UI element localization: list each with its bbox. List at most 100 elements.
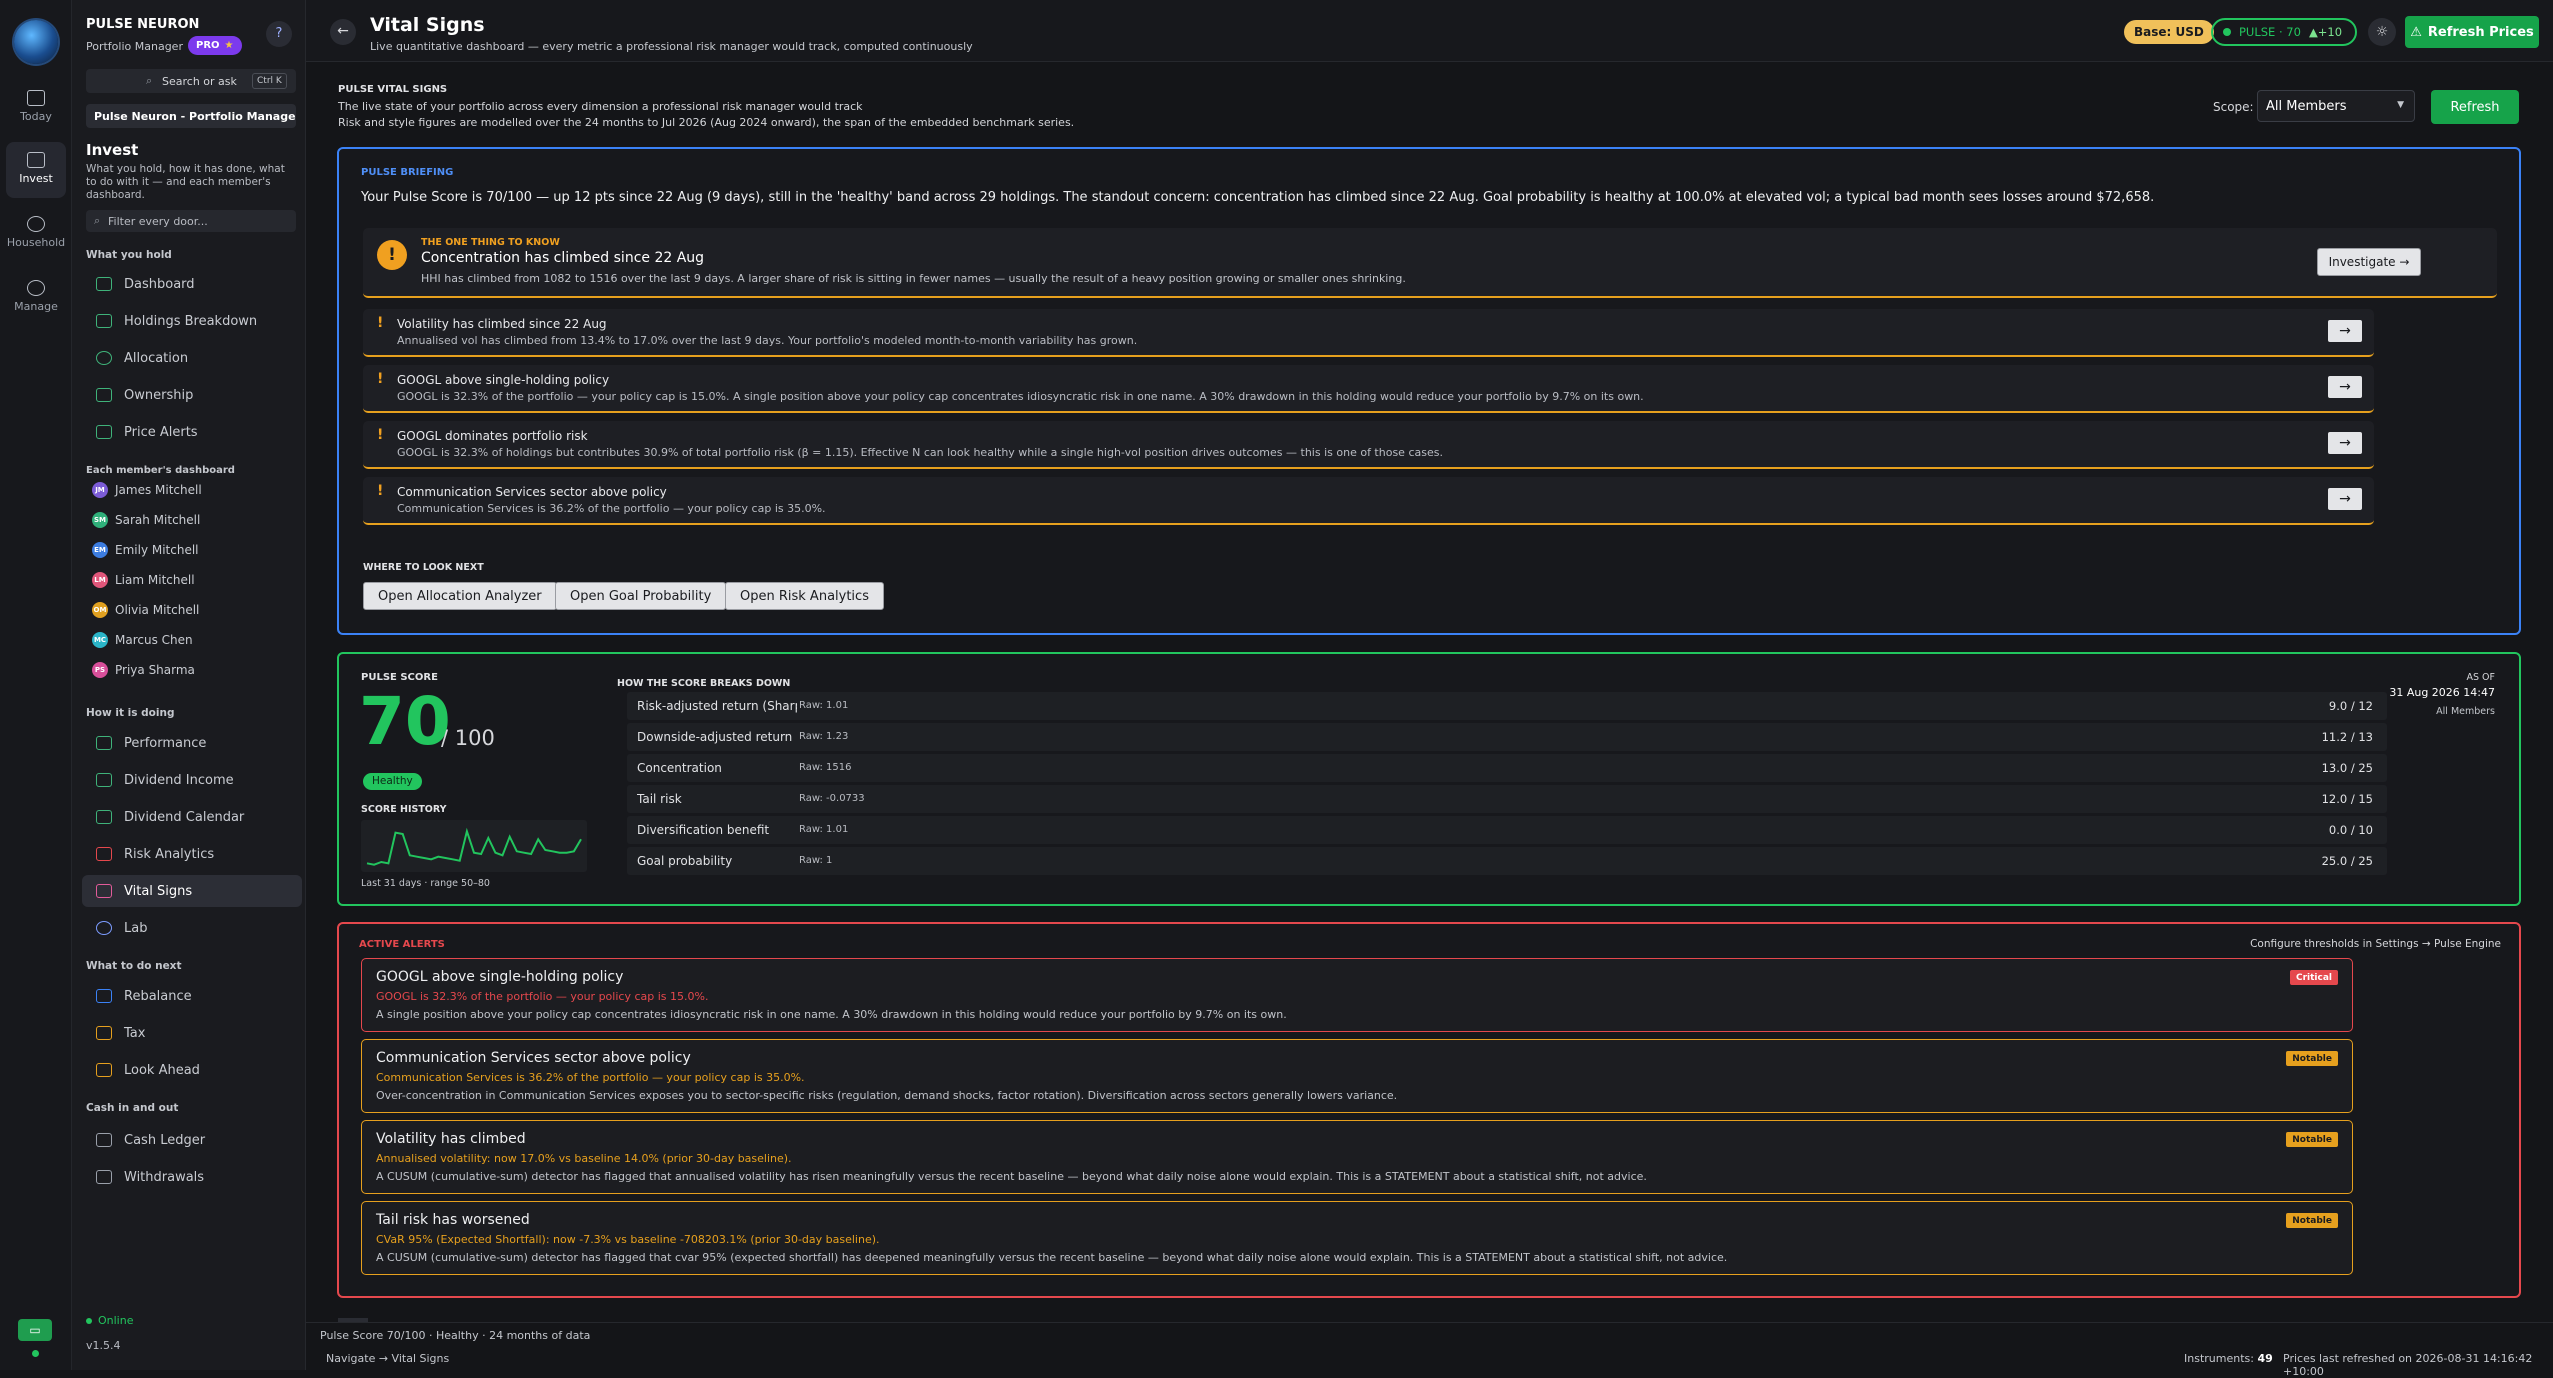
- nav-allocation[interactable]: Allocation: [82, 342, 302, 374]
- nav-dividend-income[interactable]: Dividend Income: [82, 764, 302, 796]
- page-subtitle: Live quantitative dashboard — every metr…: [370, 40, 973, 53]
- open-arrow-button[interactable]: →: [2328, 320, 2362, 342]
- nav-dividend-calendar[interactable]: Dividend Calendar: [82, 801, 302, 833]
- nav-ownership[interactable]: Ownership: [82, 379, 302, 411]
- help-button[interactable]: ?: [266, 21, 292, 47]
- avatar: SM: [92, 512, 108, 528]
- open-arrow-button[interactable]: →: [2328, 488, 2362, 510]
- breakdown-row: Goal probability Raw: 1 25.0 / 25: [627, 847, 2387, 875]
- member-link[interactable]: LM Liam Mitchell: [92, 572, 195, 588]
- workspace-selector[interactable]: Pulse Neuron - Portfolio Manager...: [86, 104, 296, 128]
- calendar-icon: [96, 810, 112, 824]
- filter-input[interactable]: ⌕ Filter every door...: [86, 210, 296, 232]
- history-caption: Last 31 days · range 50–80: [361, 878, 490, 889]
- breakdown-table: Risk-adjusted return (Sharpe) Raw: 1.01 9.…: [617, 692, 2407, 892]
- section-desc: What you hold, how it has done, what to …: [86, 163, 285, 201]
- avatar: EM: [92, 542, 108, 558]
- member-link[interactable]: SM Sarah Mitchell: [92, 512, 200, 528]
- pulse-score-card: PULSE SCORE 70 / 100 Healthy SCORE HISTO…: [337, 652, 2521, 906]
- breakdown-row: Tail risk Raw: -0.0733 12.0 / 15: [627, 785, 2387, 813]
- rail-household[interactable]: Household: [6, 206, 66, 262]
- rail-today[interactable]: Today: [6, 80, 66, 136]
- warning-icon: !: [377, 427, 384, 443]
- nav-performance[interactable]: Performance: [82, 727, 302, 759]
- warning-icon: !: [377, 371, 384, 387]
- alert-item[interactable]: Volatility has climbed Annualised volatil…: [361, 1120, 2353, 1194]
- severity-badge: Notable: [2286, 1213, 2338, 1228]
- app-name: PULSE NEURON: [86, 17, 200, 32]
- nav-vital-signs[interactable]: Vital Signs: [82, 875, 302, 907]
- alert-item[interactable]: GOOGL above single-holding policy GOOGL i…: [361, 958, 2353, 1032]
- score-band-badge: Healthy: [363, 773, 422, 790]
- severity-badge: Critical: [2289, 970, 2338, 985]
- nav-look-ahead[interactable]: Look Ahead: [82, 1054, 302, 1086]
- dividend-icon: [96, 773, 112, 787]
- performance-icon: [96, 736, 112, 750]
- nav-lab[interactable]: Lab: [82, 912, 302, 944]
- configure-link[interactable]: Configure thresholds in Settings → Pulse…: [2250, 938, 2501, 950]
- nav-holdings-breakdown[interactable]: Holdings Breakdown: [82, 305, 302, 337]
- brain-logo-icon: [14, 20, 58, 64]
- active-alerts-card: ACTIVE ALERTS Configure thresholds in Se…: [337, 922, 2521, 1298]
- rail-manage[interactable]: Manage: [6, 270, 66, 326]
- alert-item[interactable]: Communication Services sector above poli…: [361, 1039, 2353, 1113]
- warning-icon: !: [377, 315, 384, 331]
- home-icon: [96, 277, 112, 291]
- breakdown-title: HOW THE SCORE BREAKS DOWN: [617, 678, 791, 689]
- warning-icon: !: [377, 483, 384, 499]
- pulse-score-pill[interactable]: PULSE · 70 ▲+10: [2211, 18, 2357, 46]
- tag-icon: [96, 425, 112, 439]
- avatar: OM: [92, 602, 108, 618]
- members-title: Each member's dashboard: [86, 465, 235, 476]
- refresh-prices-button[interactable]: ⚠ Refresh Prices: [2405, 16, 2539, 48]
- member-link[interactable]: PS Priya Sharma: [92, 662, 195, 678]
- nav-withdrawals[interactable]: Withdrawals: [82, 1161, 302, 1193]
- open-arrow-button[interactable]: →: [2328, 376, 2362, 398]
- nav-price-alerts[interactable]: Price Alerts: [82, 416, 302, 448]
- back-arrow-icon[interactable]: ←: [330, 19, 356, 45]
- open-arrow-button[interactable]: →: [2328, 432, 2362, 454]
- alerts-eyebrow: ACTIVE ALERTS: [359, 939, 445, 950]
- refresh-button[interactable]: Refresh: [2431, 90, 2519, 124]
- avatar: JM: [92, 482, 108, 498]
- chat-icon[interactable]: ▭: [18, 1319, 52, 1341]
- member-link[interactable]: OM Olivia Mitchell: [92, 602, 199, 618]
- member-link[interactable]: JM James Mitchell: [92, 482, 202, 498]
- nav-tax[interactable]: Tax: [82, 1017, 302, 1049]
- nav-rebalance[interactable]: Rebalance: [82, 980, 302, 1012]
- open-goal-probability-button[interactable]: Open Goal Probability: [555, 582, 727, 610]
- investigate-button[interactable]: Investigate →: [2317, 248, 2421, 276]
- alert-item[interactable]: Tail risk has worsened CVaR 95% (Expected…: [361, 1201, 2353, 1275]
- intro-eyebrow: PULSE VITAL SIGNS: [338, 84, 448, 95]
- pie-icon: [96, 351, 112, 365]
- member-link[interactable]: MC Marcus Chen: [92, 632, 193, 648]
- score-value: 70: [359, 683, 451, 760]
- next-title: WHERE TO LOOK NEXT: [363, 562, 484, 573]
- online-dot-icon: [86, 1318, 92, 1324]
- nav-dashboard[interactable]: Dashboard: [82, 268, 302, 300]
- theme-toggle-icon[interactable]: ☼: [2368, 18, 2396, 46]
- search-icon: ⌕: [146, 74, 153, 87]
- status-nav: Navigate → Vital Signs: [326, 1352, 450, 1365]
- severity-badge: Notable: [2286, 1051, 2338, 1066]
- gear-icon: [27, 280, 45, 296]
- score-max: / 100: [441, 726, 495, 750]
- warning-icon: ⚠: [2410, 24, 2422, 40]
- search-input[interactable]: ⌕ Search or ask Ctrl K: [86, 69, 296, 93]
- alert-desc: A single position above your policy cap …: [376, 1008, 1287, 1021]
- member-link[interactable]: EM Emily Mitchell: [92, 542, 199, 558]
- nav-risk-analytics[interactable]: Risk Analytics: [82, 838, 302, 870]
- as-of-scope: All Members: [2436, 706, 2495, 717]
- app-rail: Today Invest Household Manage ▭: [0, 0, 72, 1370]
- alert-metric: Annualised volatility: now 17.0% vs base…: [376, 1152, 792, 1165]
- nav-cash-ledger[interactable]: Cash Ledger: [82, 1124, 302, 1156]
- as-of-date: 31 Aug 2026 14:47: [2389, 686, 2495, 699]
- last-refreshed: Prices last refreshed on 2026-08-31 14:1…: [2283, 1352, 2533, 1378]
- open-allocation-analyzer-button[interactable]: Open Allocation Analyzer: [363, 582, 557, 610]
- scope-select[interactable]: All Members ▼: [2257, 90, 2415, 122]
- base-currency-badge[interactable]: Base: USD: [2124, 20, 2214, 44]
- app-role: Portfolio Manager: [86, 40, 183, 53]
- open-risk-analytics-button[interactable]: Open Risk Analytics: [725, 582, 884, 610]
- group-title: Cash in and out: [86, 1102, 179, 1114]
- rail-invest[interactable]: Invest: [6, 142, 66, 198]
